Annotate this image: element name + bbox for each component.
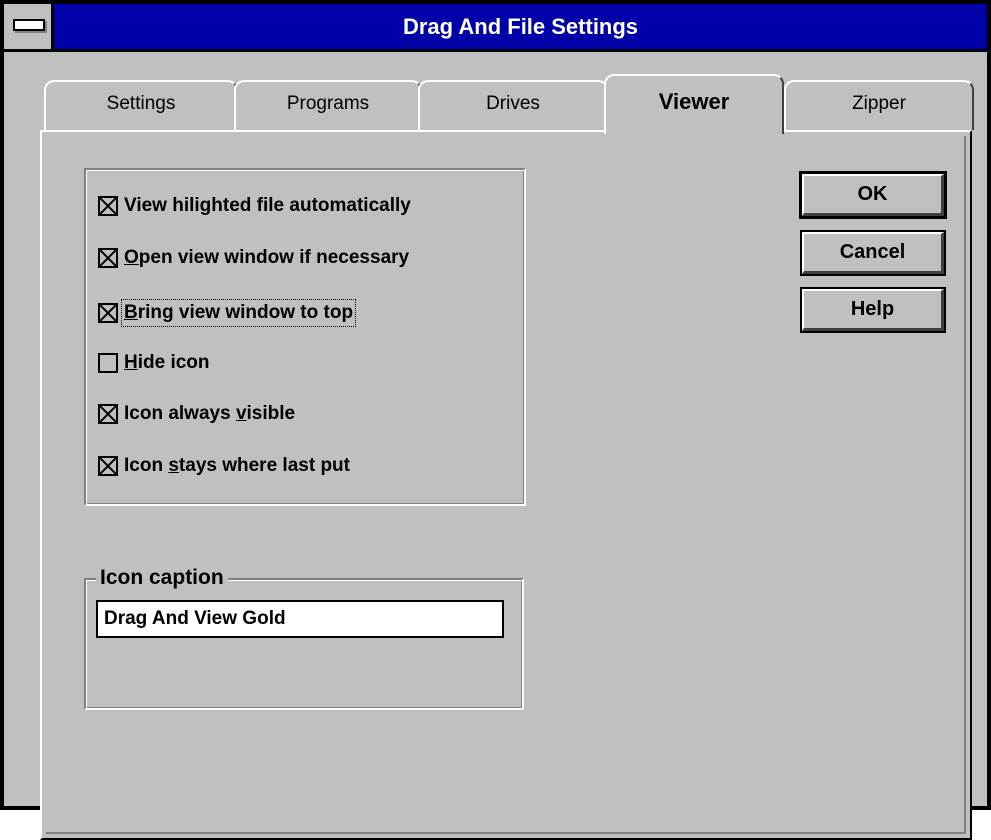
tab-label: Drives: [486, 93, 540, 114]
tab-label: Viewer: [658, 89, 730, 114]
checkbox-icon[interactable]: [98, 196, 118, 216]
checkbox-icon[interactable]: [98, 404, 118, 424]
tab-label: Settings: [106, 93, 176, 114]
option-label: View hilighted file automatically: [124, 195, 411, 216]
title-bar[interactable]: Drag And File Settings: [4, 4, 987, 52]
checkbox-icon[interactable]: [98, 353, 118, 373]
tab-label: Zipper: [852, 93, 906, 114]
option-open-view-window[interactable]: Open view window if necessary: [98, 244, 409, 272]
tab-viewer[interactable]: Viewer: [604, 74, 784, 134]
icon-caption-label: Icon caption: [96, 566, 228, 590]
checkbox-icon[interactable]: [98, 456, 118, 476]
tab-programs[interactable]: Programs: [234, 80, 422, 130]
option-label: Open view window if necessary: [124, 247, 410, 268]
dialog-client: Settings Programs Drives Viewer Zipper V…: [4, 52, 987, 840]
icon-caption-input[interactable]: Drag And View Gold: [96, 600, 504, 638]
option-hide-icon[interactable]: Hide icon: [98, 349, 210, 377]
option-icon-always-visible[interactable]: Icon always visible: [98, 400, 295, 428]
tab-drives[interactable]: Drives: [418, 80, 608, 130]
icon-caption-group: [84, 578, 524, 710]
option-label: Bring view window to top: [120, 299, 357, 327]
option-bring-to-top[interactable]: Bring view window to top: [98, 299, 357, 327]
option-label: Icon stays where last put: [124, 455, 350, 476]
tab-label: Programs: [286, 93, 370, 114]
tab-settings[interactable]: Settings: [44, 80, 238, 130]
system-menu-icon[interactable]: [4, 4, 54, 49]
window-title: Drag And File Settings: [402, 14, 639, 39]
ok-button[interactable]: OK: [799, 171, 947, 219]
checkbox-icon[interactable]: [98, 303, 118, 323]
help-button[interactable]: Help: [800, 287, 946, 333]
checkbox-icon[interactable]: [98, 248, 118, 268]
option-label: Hide icon: [124, 352, 210, 373]
tab-zipper[interactable]: Zipper: [784, 80, 974, 130]
settings-dialog: Drag And File Settings Settings Programs…: [0, 0, 991, 840]
option-icon-stays[interactable]: Icon stays where last put: [98, 452, 350, 480]
cancel-button[interactable]: Cancel: [800, 230, 946, 276]
option-label: Icon always visible: [124, 403, 296, 424]
option-view-hilighted[interactable]: View hilighted file automatically: [98, 192, 411, 220]
